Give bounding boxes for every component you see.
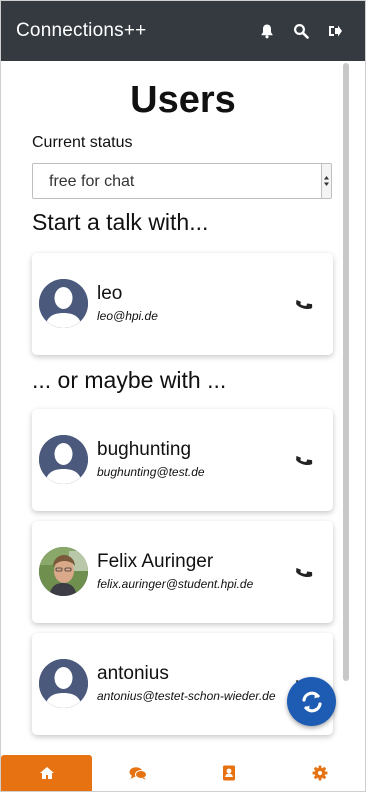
contact-email: leo@hpi.de [97, 309, 158, 323]
default-avatar [39, 435, 88, 484]
contact-name: antonius [97, 663, 169, 684]
nav-home[interactable] [1, 755, 92, 791]
contact-card[interactable]: Felix Auringer felix.auringer@student.hp… [32, 521, 333, 623]
search-icon[interactable] [291, 21, 311, 41]
default-avatar [39, 279, 88, 328]
photo-avatar [39, 547, 88, 596]
contact-name: bughunting [97, 439, 192, 460]
section-heading-maybe: ... or maybe with ... [32, 367, 227, 393]
contact-name: leo [97, 283, 123, 304]
contact-name: Felix Auringer [97, 551, 214, 572]
bell-icon[interactable] [257, 21, 277, 41]
settings-icon [312, 765, 327, 781]
contacts-icon [222, 765, 235, 781]
app-title: Connections++ [16, 20, 147, 41]
status-select[interactable]: free for chat [32, 163, 332, 199]
scrollbar[interactable] [343, 63, 349, 683]
status-selected-value: free for chat [49, 173, 135, 190]
page-title: Users [130, 79, 236, 121]
contact-card[interactable]: leo leo@hpi.de [32, 253, 333, 355]
app-header: Connections++ [1, 1, 365, 61]
contact-email: antonius@testet-schon-wieder.de [97, 689, 276, 703]
phone-icon[interactable] [295, 450, 313, 468]
home-icon [39, 767, 54, 779]
status-label: Current status [32, 134, 133, 151]
logout-icon[interactable] [325, 21, 345, 41]
default-avatar [39, 659, 88, 708]
select-arrow-icon [321, 164, 331, 198]
section-heading-start: Start a talk with... [32, 209, 209, 235]
nav-chat[interactable] [92, 755, 183, 791]
contact-email: felix.auringer@student.hpi.de [97, 577, 254, 591]
contact-card[interactable]: antonius antonius@testet-schon-wieder.de [32, 633, 333, 735]
phone-icon[interactable] [295, 562, 313, 580]
app-frame: Connections++ Users Current status free … [0, 0, 366, 792]
refresh-button[interactable] [287, 677, 336, 726]
bottom-nav [1, 755, 365, 791]
nav-contacts[interactable] [183, 755, 274, 791]
chat-icon [129, 767, 147, 780]
scrollbar-thumb[interactable] [343, 63, 349, 681]
contact-card[interactable]: bughunting bughunting@test.de [32, 409, 333, 511]
header-actions [257, 1, 345, 61]
contact-email: bughunting@test.de [97, 465, 205, 479]
phone-icon[interactable] [295, 294, 313, 312]
nav-settings[interactable] [274, 755, 365, 791]
refresh-icon [301, 691, 322, 712]
